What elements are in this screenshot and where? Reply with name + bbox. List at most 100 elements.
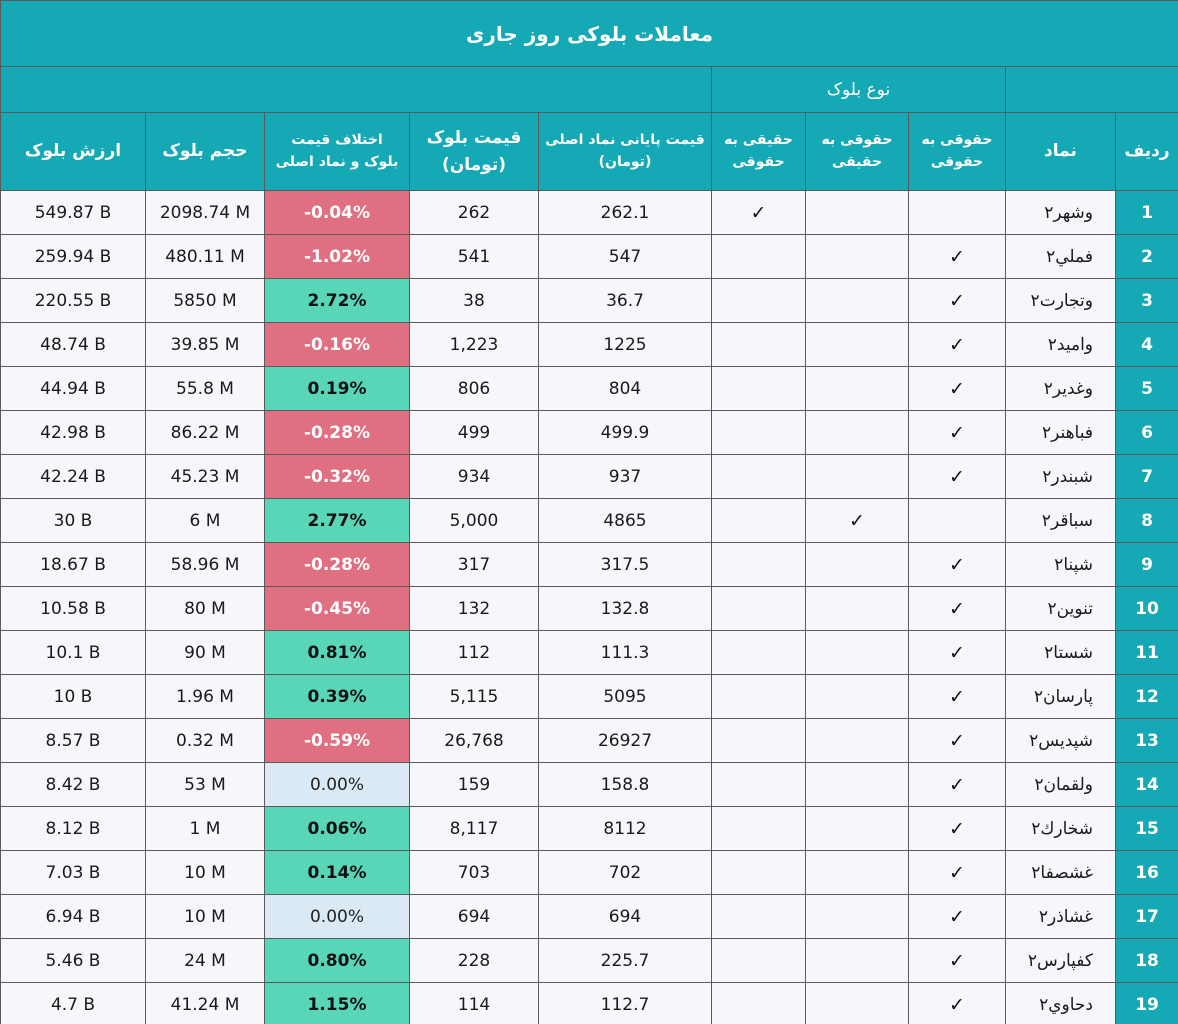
legal-to-real-cell xyxy=(805,894,909,939)
column-header-real-to-legal-line2: حقوقی xyxy=(732,153,785,170)
group-header-blank-right xyxy=(1004,66,1178,113)
real-to-legal-cell xyxy=(711,806,806,851)
block-value-cell: 5.46 B xyxy=(0,938,146,983)
block-volume-cell: 10 M xyxy=(145,850,265,895)
real-to-legal-cell xyxy=(711,234,806,279)
real-to-legal-cell xyxy=(711,410,806,455)
price-diff-cell: 0.14% xyxy=(264,850,410,895)
table-row: 48.74 B 39.85 M -0.16% 1,223 1225 ✓ وامي… xyxy=(0,322,1178,367)
block-volume-cell: 45.23 M xyxy=(145,454,265,499)
row-number-cell: 5 xyxy=(1114,366,1178,411)
symbol-cell: پارسان۲ xyxy=(1005,674,1116,719)
column-header-block-price-line2: (تومان) xyxy=(441,154,507,175)
close-price-cell: 8112 xyxy=(538,806,712,851)
real-to-legal-cell xyxy=(711,454,806,499)
block-price-cell: 934 xyxy=(409,454,539,499)
symbol-cell: شبندر۲ xyxy=(1005,454,1116,499)
legal-to-real-cell xyxy=(805,586,909,631)
row-number-cell: 14 xyxy=(1114,762,1178,807)
column-header-legal-to-legal-line1: حقوقی به xyxy=(921,131,993,148)
table-row: 42.24 B 45.23 M -0.32% 934 937 ✓ شبندر۲ … xyxy=(0,454,1178,499)
block-value-cell: 10.1 B xyxy=(0,630,146,675)
block-price-cell: 499 xyxy=(409,410,539,455)
legal-to-real-cell xyxy=(805,850,909,895)
price-diff-cell: 0.19% xyxy=(264,366,410,411)
check-mark-icon: ✓ xyxy=(908,322,1006,367)
row-number-cell: 19 xyxy=(1114,982,1178,1024)
real-to-legal-cell xyxy=(711,322,806,367)
symbol-cell: ولقمان۲ xyxy=(1005,762,1116,807)
block-volume-cell: 53 M xyxy=(145,762,265,807)
table-row: 220.55 B 5850 M 2.72% 38 36.7 ✓ وتجارت۲ … xyxy=(0,278,1178,323)
symbol-cell: فملي۲ xyxy=(1005,234,1116,279)
block-price-cell: 114 xyxy=(409,982,539,1024)
block-value-cell: 220.55 B xyxy=(0,278,146,323)
block-volume-cell: 5850 M xyxy=(145,278,265,323)
block-value-cell: 44.94 B xyxy=(0,366,146,411)
check-mark-icon: ✓ xyxy=(908,806,1006,851)
block-volume-cell: 0.32 M xyxy=(145,718,265,763)
table-row: 8.57 B 0.32 M -0.59% 26,768 26927 ✓ شپدي… xyxy=(0,718,1178,763)
block-volume-cell: 24 M xyxy=(145,938,265,983)
check-mark-icon: ✓ xyxy=(908,586,1006,631)
row-number-cell: 8 xyxy=(1114,498,1178,543)
table-row: 7.03 B 10 M 0.14% 703 702 ✓ غشصفا۲ 16 xyxy=(0,850,1178,895)
column-header-value: ارزش بلوک xyxy=(0,112,146,191)
row-number-cell: 4 xyxy=(1114,322,1178,367)
block-value-cell: 8.12 B xyxy=(0,806,146,851)
close-price-cell: 158.8 xyxy=(538,762,712,807)
column-header-price-diff-line2: بلوک و نماد اصلی xyxy=(275,153,399,170)
legal-to-legal-cell xyxy=(908,498,1006,543)
block-value-cell: 549.87 B xyxy=(0,190,146,235)
column-header-block-price-line1: قیمت بلوک xyxy=(426,128,522,149)
real-to-legal-cell xyxy=(711,630,806,675)
table-row: 44.94 B 55.8 M 0.19% 806 804 ✓ وغدير۲ 5 xyxy=(0,366,1178,411)
block-volume-cell: 41.24 M xyxy=(145,982,265,1024)
column-header-real-to-legal-line1: حقیقی به xyxy=(724,131,793,148)
symbol-cell: وتجارت۲ xyxy=(1005,278,1116,323)
block-price-cell: 694 xyxy=(409,894,539,939)
block-volume-cell: 6 M xyxy=(145,498,265,543)
table-row: 4.7 B 41.24 M 1.15% 114 112.7 ✓ دحاوي۲ 1… xyxy=(0,982,1178,1024)
price-diff-cell: 0.39% xyxy=(264,674,410,719)
report-title: معاملات بلوکی روز جاری xyxy=(0,0,1178,67)
legal-to-real-cell xyxy=(805,454,909,499)
block-price-cell: 1,223 xyxy=(409,322,539,367)
legal-to-real-cell xyxy=(805,718,909,763)
real-to-legal-cell xyxy=(711,586,806,631)
close-price-cell: 5095 xyxy=(538,674,712,719)
block-price-cell: 8,117 xyxy=(409,806,539,851)
row-number-cell: 9 xyxy=(1114,542,1178,587)
block-value-cell: 10.58 B xyxy=(0,586,146,631)
table-row: 8.12 B 1 M 0.06% 8,117 8112 ✓ شخارك۲ 15 xyxy=(0,806,1178,851)
block-value-cell: 30 B xyxy=(0,498,146,543)
block-value-cell: 18.67 B xyxy=(0,542,146,587)
legal-to-real-cell xyxy=(805,278,909,323)
block-volume-cell: 1 M xyxy=(145,806,265,851)
block-value-cell: 8.57 B xyxy=(0,718,146,763)
real-to-legal-cell xyxy=(711,498,806,543)
block-price-cell: 159 xyxy=(409,762,539,807)
close-price-cell: 317.5 xyxy=(538,542,712,587)
check-mark-icon: ✓ xyxy=(908,850,1006,895)
price-diff-cell: -0.28% xyxy=(264,542,410,587)
price-diff-cell: -0.16% xyxy=(264,322,410,367)
row-number-cell: 18 xyxy=(1114,938,1178,983)
block-value-cell: 6.94 B xyxy=(0,894,146,939)
symbol-cell: تنوين۲ xyxy=(1005,586,1116,631)
close-price-cell: 1225 xyxy=(538,322,712,367)
close-price-cell: 112.7 xyxy=(538,982,712,1024)
block-price-cell: 806 xyxy=(409,366,539,411)
price-diff-cell: 0.81% xyxy=(264,630,410,675)
check-mark-icon: ✓ xyxy=(908,762,1006,807)
block-volume-cell: 86.22 M xyxy=(145,410,265,455)
row-number-cell: 10 xyxy=(1114,586,1178,631)
check-mark-icon: ✓ xyxy=(805,498,909,543)
check-mark-icon: ✓ xyxy=(908,718,1006,763)
symbol-cell: شپنا۲ xyxy=(1005,542,1116,587)
block-value-cell: 42.24 B xyxy=(0,454,146,499)
row-number-cell: 17 xyxy=(1114,894,1178,939)
block-volume-cell: 58.96 M xyxy=(145,542,265,587)
column-header-real-to-legal: حقیقی به حقوقی xyxy=(711,112,806,191)
price-diff-cell: -0.32% xyxy=(264,454,410,499)
